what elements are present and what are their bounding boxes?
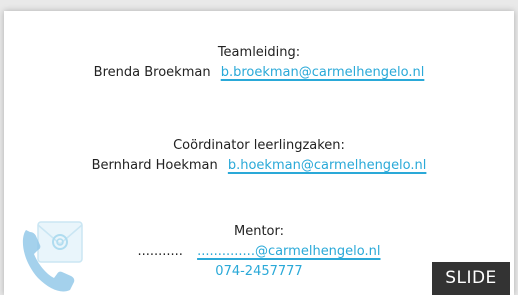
team-leader-email-link[interactable]: b.broekman@carmelhengelo.nl	[221, 65, 425, 80]
slide-badge: SLIDE	[432, 262, 510, 295]
team-leader-contact: Brenda Broekman b.broekman@carmelhengelo…	[4, 63, 514, 83]
team-leader-heading: Teamleiding:	[217, 45, 301, 60]
coordinator-section: Coördinator leerlingzaken: Bernhard Hoek…	[4, 136, 514, 176]
mentor-name: ...........	[137, 244, 183, 259]
phone-envelope-icon	[22, 221, 83, 292]
coordinator-name: Bernhard Hoekman	[91, 158, 218, 173]
contact-slide: Teamleiding: Brenda Broekman b.broekman@…	[4, 11, 514, 295]
coordinator-email-link[interactable]: b.hoekman@carmelhengelo.nl	[228, 158, 427, 173]
team-leader-name: Brenda Broekman	[93, 65, 211, 80]
team-leader-section: Teamleiding: Brenda Broekman b.broekman@…	[4, 43, 514, 83]
coordinator-heading: Coördinator leerlingzaken:	[173, 138, 345, 153]
coordinator-contact: Bernhard Hoekman b.hoekman@carmelhengelo…	[4, 156, 514, 176]
mentor-email-link[interactable]: ..............@carmelhengelo.nl	[197, 244, 380, 259]
